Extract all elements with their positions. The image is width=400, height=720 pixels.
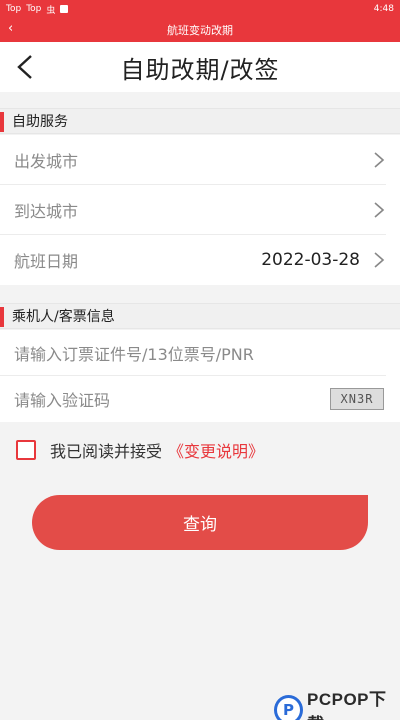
status-item-bug: 虫 (46, 5, 56, 16)
captcha-input[interactable]: 请输入验证码 (14, 387, 110, 411)
page-title: 自助改期/改签 (120, 55, 280, 84)
page-header: 自助改期/改签 (0, 42, 400, 92)
notification-icon (60, 5, 69, 13)
app-bar: ‹ 航班变动改期 (0, 18, 400, 42)
chevron-right-icon (374, 202, 385, 218)
departure-city-label: 出发城市 (14, 151, 79, 171)
status-item-top-1: Top (6, 4, 22, 14)
change-terms-link[interactable]: 《变更说明》 (168, 438, 264, 462)
agreement-row: 我已阅读并接受 《变更说明》 (16, 438, 264, 462)
arrival-city-label: 到达城市 (14, 201, 79, 221)
flight-date-label: 航班日期 (14, 252, 79, 271)
flight-date-row[interactable]: 航班日期 2022-03-28 (0, 235, 386, 285)
app-bar-title: 航班变动改期 (167, 24, 233, 37)
status-item-top-2: Top (26, 4, 42, 14)
watermark-text: PCPOP下载 (307, 690, 387, 720)
section-self-service: 自助服务 (0, 108, 400, 134)
watermark: P PCPOP下载 (274, 685, 400, 720)
ticket-input[interactable]: 请输入订票证件号/13位票号/PNR (14, 341, 254, 365)
pcpop-logo-icon: P (274, 695, 303, 720)
departure-city-row[interactable]: 出发城市 (0, 135, 386, 185)
captcha-input-row: 请输入验证码 XN3R (0, 376, 386, 422)
self-service-card: 出发城市 到达城市 航班日期 2022-03-28 (0, 135, 400, 285)
status-time: 4:48 (373, 4, 394, 14)
flight-date-value: 2022-03-28 (261, 250, 360, 270)
section-passenger-info: 乘机人/客票信息 (0, 303, 400, 329)
query-button[interactable]: 查询 (32, 495, 368, 550)
passenger-card: 请输入订票证件号/13位票号/PNR 请输入验证码 XN3R (0, 330, 400, 422)
back-chevron-icon[interactable] (14, 54, 38, 80)
agreement-checkbox[interactable] (16, 440, 36, 460)
arrival-city-row[interactable]: 到达城市 (0, 185, 386, 235)
chevron-right-icon (374, 252, 385, 268)
agreement-text: 我已阅读并接受 (50, 442, 163, 461)
app-back-icon[interactable]: ‹ (8, 21, 13, 36)
captcha-image[interactable]: XN3R (330, 388, 384, 410)
chevron-right-icon (374, 152, 385, 168)
status-bar: Top Top 虫 4:48 (0, 0, 400, 18)
ticket-input-row: 请输入订票证件号/13位票号/PNR (0, 330, 386, 376)
